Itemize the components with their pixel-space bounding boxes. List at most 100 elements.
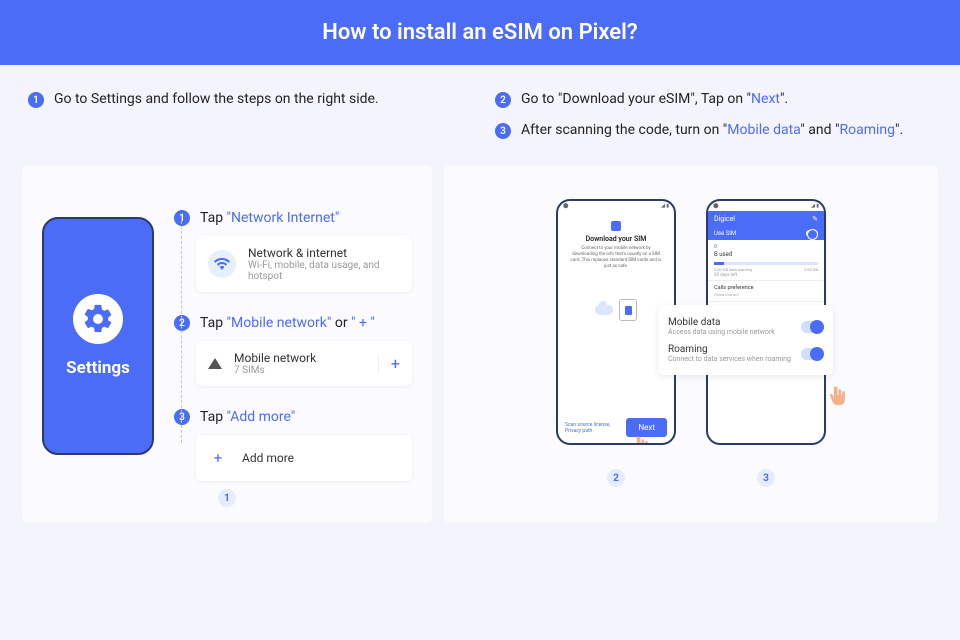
intro-text-2: Go to "Download your eSIM", Tap on "Next… — [521, 91, 788, 107]
network-card-text: Network & internet Wi-Fi, mobile, data u… — [248, 246, 400, 282]
toggle-callout-card: Mobile data Access data using mobile net… — [658, 305, 833, 375]
mobile-network-card[interactable]: Mobile network 7 SIMs + — [196, 341, 412, 386]
intro-right-col: 2 Go to "Download your eSIM", Tap on "Ne… — [495, 91, 932, 153]
step-2-head: 2 Tap "Mobile network" or " + " — [174, 314, 412, 331]
digicel-phone-col: ⬤◢ ▮ Digicel ✎ Use SIM 0 B used 2.00 GB … — [706, 195, 826, 503]
carrier-name: Digicel — [714, 215, 735, 223]
roaming-switch[interactable] — [801, 348, 823, 360]
mobile-data-switch[interactable] — [801, 321, 823, 333]
cap-left: 2.00 GB data warning — [714, 267, 752, 272]
toggle-rm-s: Connect to data services when roaming — [668, 355, 791, 363]
usage-title: 0 — [708, 240, 824, 251]
step-2-hl1: "Mobile network" — [227, 315, 332, 331]
step-2-pre: Tap — [200, 315, 227, 331]
step-3-pre: Tap — [200, 409, 227, 425]
cloud-icon — [595, 305, 613, 315]
add-more-label: Add more — [242, 451, 294, 465]
hand-pointer-icon — [827, 383, 849, 409]
intro-2-hl: Next — [751, 91, 780, 107]
network-card-sub: Wi-Fi, mobile, data usage, and hotspot — [248, 260, 400, 282]
mobile-card-text: Mobile network 7 SIMs — [234, 351, 316, 376]
step-badge-3: 3 — [495, 123, 511, 139]
mobile-card-title: Mobile network — [234, 351, 316, 365]
download-footer: Scan source license, Privacy path Next — [558, 413, 674, 443]
settings-label: Settings — [66, 358, 130, 378]
edit-icon[interactable]: ✎ — [812, 215, 818, 223]
toggle-roaming-label: Roaming Connect to data services when ro… — [668, 344, 791, 363]
step-badge-1: 1 — [28, 92, 44, 108]
sim-icon — [619, 299, 637, 321]
download-body: Download your SIM Connect to your mobile… — [558, 211, 674, 413]
panels-row: Settings 1 Tap "Network Internet" Networ… — [0, 165, 960, 523]
step-1-pre: Tap — [200, 210, 227, 226]
step-2-mid: or — [331, 315, 351, 331]
page-title: How to install an eSIM on Pixel? — [322, 20, 637, 45]
row-calls[interactable]: Calls preferenceChina Unicom — [708, 280, 824, 301]
use-sim-toggle[interactable] — [806, 230, 818, 237]
shield-icon — [611, 221, 621, 231]
step-2: 2 Tap "Mobile network" or " + " Mobile n… — [174, 314, 412, 386]
dotted-connector — [181, 221, 182, 443]
intro-2-pre: Go to "Download your eSIM", Tap on " — [521, 91, 751, 107]
intro-3-hl2: Roaming — [839, 122, 895, 138]
intro-3-hl1: Mobile data — [727, 122, 800, 138]
signal-icon — [208, 358, 222, 369]
step-3-label: Tap "Add more" — [200, 409, 295, 425]
toggle-row-mobile-data[interactable]: Mobile data Access data using mobile net… — [668, 313, 823, 340]
step-2-hl2: " + " — [351, 315, 375, 331]
illustration-row — [566, 299, 666, 321]
step-1-label: Tap "Network Internet" — [200, 210, 339, 226]
network-internet-card[interactable]: Network & internet Wi-Fi, mobile, data u… — [196, 236, 412, 292]
download-footer-link[interactable]: Scan source license, Privacy path — [565, 422, 626, 434]
intro-item-2: 2 Go to "Download your eSIM", Tap on "Ne… — [495, 91, 932, 108]
steps-column: 1 Tap "Network Internet" Network & inter… — [174, 195, 412, 503]
network-card-title: Network & internet — [248, 246, 400, 260]
intro-3-post: ". — [895, 122, 903, 138]
row-calls-t: Calls preference — [714, 285, 818, 291]
gear-icon — [73, 294, 123, 344]
plus-icon[interactable]: + — [378, 354, 400, 373]
panel-right-step-2: 2 — [607, 469, 625, 487]
panel-right: ⬤◢ ▮ Download your SIM Connect to your m… — [444, 165, 938, 523]
step-1-head: 1 Tap "Network Internet" — [174, 209, 412, 226]
settings-phone-illustration: Settings — [42, 217, 154, 455]
download-title: Download your SIM — [566, 235, 666, 243]
page-header: How to install an eSIM on Pixel? — [0, 0, 960, 65]
intro-text-1: Go to Settings and follow the steps on t… — [54, 91, 379, 107]
intro-text-3: After scanning the code, turn on "Mobile… — [521, 122, 903, 138]
panel-left-step-num: 1 — [218, 489, 236, 507]
use-sim-row[interactable]: Use SIM — [708, 227, 824, 240]
days-left: 30 days left — [708, 272, 824, 280]
step-badge-2: 2 — [495, 92, 511, 108]
step-2-badge: 2 — [174, 315, 190, 331]
panel-left: Settings 1 Tap "Network Internet" Networ… — [22, 165, 432, 523]
step-3-badge: 3 — [174, 409, 190, 425]
intro-2-post: ". — [780, 91, 788, 107]
intro-item-1: 1 Go to Settings and follow the steps on… — [28, 91, 465, 108]
intro-item-3: 3 After scanning the code, turn on "Mobi… — [495, 122, 932, 139]
add-more-card[interactable]: + Add more — [196, 435, 412, 481]
usage-bar — [714, 262, 818, 265]
row-calls-s: China Unicom — [714, 292, 818, 297]
next-button[interactable]: Next — [626, 418, 667, 437]
toggle-md-t: Mobile data — [668, 317, 775, 328]
intro-3-mid: " and " — [800, 122, 839, 138]
carrier-bar: Digicel ✎ — [708, 211, 824, 227]
panel-right-step-3: 3 — [757, 469, 775, 487]
step-3-hl: "Add more" — [227, 409, 296, 425]
usage-sub: B used — [708, 251, 824, 260]
wifi-icon — [208, 250, 236, 278]
toggle-md-s: Access data using mobile network — [668, 328, 775, 336]
step-1-badge: 1 — [174, 210, 190, 226]
toggle-rm-t: Roaming — [668, 344, 791, 355]
status-bar: ⬤◢ ▮ — [708, 201, 824, 211]
use-sim-label: Use SIM — [714, 230, 736, 237]
toggle-row-roaming[interactable]: Roaming Connect to data services when ro… — [668, 340, 823, 367]
step-3-head: 3 Tap "Add more" — [174, 408, 412, 425]
toggle-mobile-data-label: Mobile data Access data using mobile net… — [668, 317, 775, 336]
step-2-label: Tap "Mobile network" or " + " — [200, 315, 375, 331]
status-bar: ⬤◢ ▮ — [558, 201, 674, 211]
step-3: 3 Tap "Add more" + Add more — [174, 408, 412, 481]
step-1-hl: "Network Internet" — [227, 210, 340, 226]
plus-icon: + — [208, 449, 228, 467]
